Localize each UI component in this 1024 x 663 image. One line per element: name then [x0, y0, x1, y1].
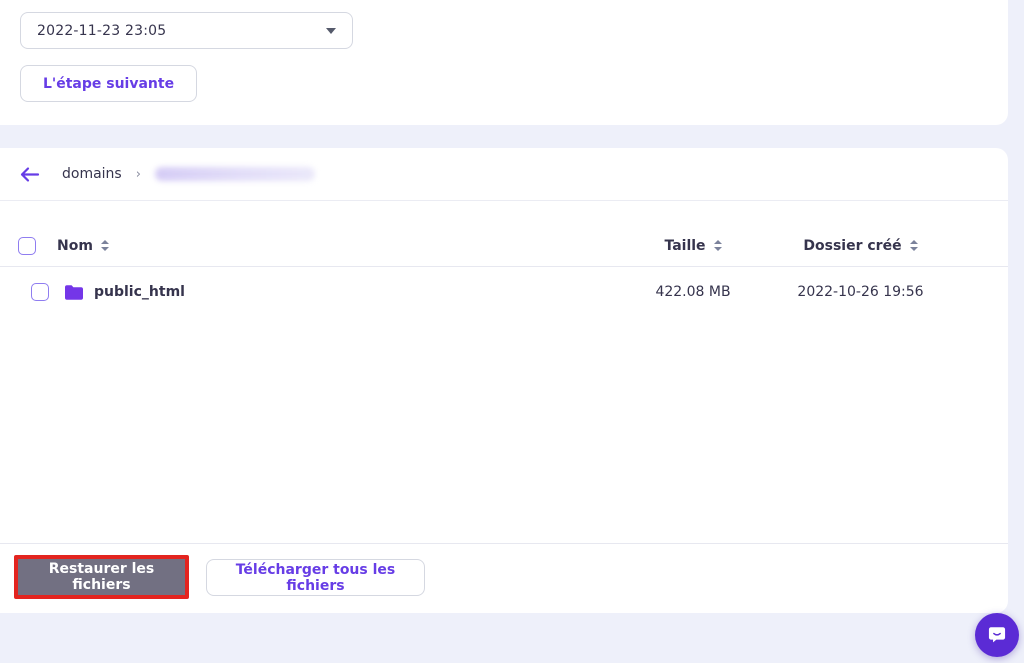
column-header-size[interactable]: Taille	[664, 238, 705, 254]
breadcrumb: domains ›	[0, 148, 1008, 201]
file-created-date: 2022-10-26 19:56	[797, 284, 923, 300]
file-size: 422.08 MB	[655, 284, 730, 300]
back-arrow-icon[interactable]	[20, 166, 40, 183]
chevron-down-icon	[326, 28, 336, 34]
backup-date-value: 2022-11-23 23:05	[37, 23, 326, 39]
annotation-highlight-box: Restaurer les fichiers	[14, 555, 189, 599]
breadcrumb-separator: ›	[136, 167, 141, 182]
backup-date-panel: 2022-11-23 23:05 L'étape suivante	[0, 0, 1008, 125]
folder-icon	[65, 285, 83, 300]
row-checkbox[interactable]	[31, 283, 49, 301]
download-all-files-button[interactable]: Télécharger tous les fichiers	[206, 559, 425, 596]
table-header-row: Nom Taille Dossier créé	[0, 225, 1008, 267]
sort-icon[interactable]	[101, 240, 109, 251]
table-row[interactable]: public_html 422.08 MB 2022-10-26 19:56	[0, 268, 1008, 316]
backup-date-dropdown[interactable]: 2022-11-23 23:05	[20, 12, 353, 49]
column-header-name[interactable]: Nom	[57, 238, 93, 254]
footer-divider	[0, 543, 1008, 544]
chat-bubble-icon	[986, 624, 1008, 646]
breadcrumb-root[interactable]: domains	[62, 166, 122, 182]
file-browser-panel: domains › Nom Taille Dossier créé	[0, 148, 1008, 613]
sort-icon[interactable]	[714, 240, 722, 251]
chat-launcher-button[interactable]	[975, 613, 1019, 657]
column-header-created[interactable]: Dossier créé	[803, 238, 901, 254]
sort-icon[interactable]	[910, 240, 918, 251]
restore-files-button[interactable]: Restaurer les fichiers	[18, 559, 185, 595]
file-name[interactable]: public_html	[94, 284, 185, 300]
breadcrumb-current-blurred	[155, 167, 315, 181]
next-step-button[interactable]: L'étape suivante	[20, 65, 197, 102]
select-all-checkbox[interactable]	[18, 237, 36, 255]
